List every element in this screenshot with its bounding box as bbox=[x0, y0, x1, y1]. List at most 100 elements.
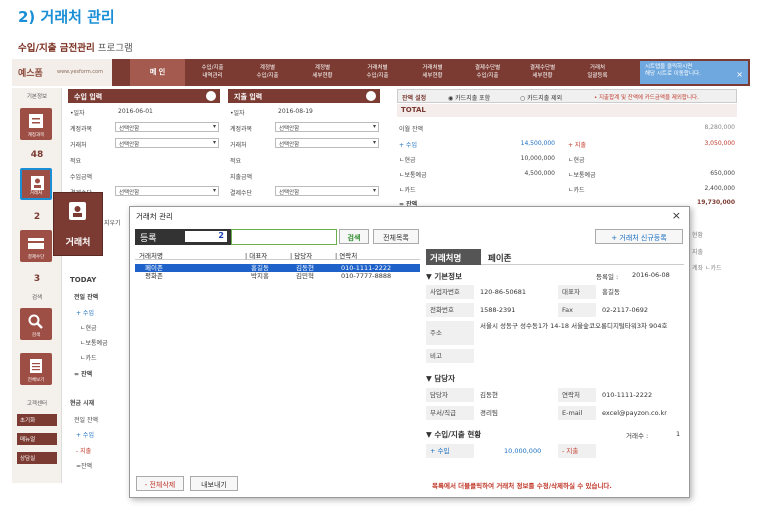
tab-account-ie[interactable]: 계정별 수입/지출 bbox=[240, 59, 295, 86]
cash-status-title: 현금 시재 bbox=[70, 400, 95, 407]
expense-payment-label: 결제수단 bbox=[230, 190, 253, 197]
cash-income: + 수입 bbox=[76, 432, 94, 439]
all-list-button[interactable]: 전체목록 bbox=[373, 229, 419, 244]
table-row[interactable]: 페이존 홍길동 김동현 010-1111-2222 bbox=[135, 264, 420, 272]
detail-basic-section: ▼ 기본정보 bbox=[426, 272, 462, 281]
row-phone: 010-7777-8888 bbox=[341, 272, 392, 280]
col-name: 거래처명 bbox=[139, 252, 163, 260]
email-label: E-mail bbox=[558, 406, 596, 420]
row-manager: 김동현 bbox=[296, 264, 314, 272]
income-date-value[interactable]: 2016-06-01 bbox=[118, 108, 153, 115]
erase-tail[interactable]: 지우기 bbox=[104, 218, 121, 227]
manual-button[interactable]: 매뉴얼 bbox=[17, 433, 57, 445]
detail-footer-note: 목록에서 더블클릭하여 거래처 정보를 수정/삭제하실 수 있습니다. bbox=[432, 482, 612, 490]
refresh-icon[interactable] bbox=[366, 91, 376, 101]
card-include-radio[interactable]: ◉ 카드지출 포함 bbox=[448, 93, 490, 102]
cash-balance: =잔액 bbox=[76, 463, 93, 470]
modal-title: 거래처 관리 bbox=[136, 212, 173, 221]
ie-count-label: 거래수 : bbox=[626, 432, 649, 440]
tab-payment-ie[interactable]: 결제수단별 수입/지출 bbox=[460, 59, 515, 86]
search-icon bbox=[28, 314, 43, 329]
register-bar: 등록 2 bbox=[135, 229, 231, 245]
search-input[interactable] bbox=[231, 229, 337, 245]
bal-expense-value: 3,050,000 bbox=[704, 140, 735, 147]
top-nav-bar: 예스폼 www.yesform.com 메 인 수입/지출 내역관리 계정별 수… bbox=[12, 59, 750, 86]
col-rep: | 대표자 bbox=[245, 252, 268, 260]
ie-income-value: 10,000,000 bbox=[504, 447, 542, 455]
today-label: TODAY bbox=[70, 276, 97, 284]
program-title: 수입/지출 금전관리 프로그램 bbox=[18, 40, 133, 54]
tab-account-detail[interactable]: 계정별 세부현황 bbox=[295, 59, 350, 86]
sidebar-customer-center: 고객센터 bbox=[26, 401, 48, 407]
logo: 예스폼 www.yesform.com bbox=[12, 59, 112, 86]
income-account-select[interactable]: 선택안함 bbox=[115, 122, 219, 132]
close-icon[interactable]: × bbox=[672, 209, 681, 222]
income-payment-select[interactable]: 선택안함 bbox=[115, 186, 219, 196]
tab-client-detail[interactable]: 거래처별 세부현황 bbox=[405, 59, 460, 86]
close-icon[interactable]: × bbox=[736, 70, 743, 81]
side-card: 계좌 ㄴ카드 bbox=[692, 265, 722, 272]
tab-payment-detail[interactable]: 결제수단별 세부현황 bbox=[515, 59, 570, 86]
view-all-button[interactable]: 전체보기 bbox=[20, 353, 52, 385]
expense-client-select[interactable]: 선택안함 bbox=[275, 138, 379, 148]
client-management-modal: 거래처 관리 × 등록 2 검색 전체목록 + 거래처 신규등록 거래처명 | … bbox=[129, 206, 690, 498]
detail-manager-section: ▼ 담당자 bbox=[426, 374, 456, 383]
tab-income-expense[interactable]: 수입/지출 내역관리 bbox=[185, 59, 240, 86]
bal-deposit-in: 4,500,000 bbox=[524, 170, 555, 177]
search-button[interactable]: 검색 bbox=[339, 229, 369, 244]
payment-button[interactable]: 결제수단 bbox=[20, 230, 52, 262]
reset-button[interactable]: 초기화 bbox=[17, 414, 57, 426]
tip-text: 시트탭을 클릭하시면 해당 시트로 이동합니다. bbox=[645, 64, 701, 78]
cash-expense: - 지출 bbox=[76, 448, 92, 455]
income-panel-title: 수입 입력 bbox=[74, 93, 103, 101]
register-label: 등록 bbox=[140, 234, 157, 244]
client-button[interactable]: 거래처 bbox=[20, 168, 52, 200]
tab-client-ie[interactable]: 거래처별 수입/지출 bbox=[350, 59, 405, 86]
bal-deposit-label: ㄴ보통예금 bbox=[399, 172, 427, 179]
tab-client-bulk[interactable]: 거래처 일괄등록 bbox=[570, 59, 625, 86]
register-count: 2 bbox=[185, 231, 227, 242]
balance-note: • 지출합계 및 잔액에 카드금액을 제외합니다. bbox=[594, 95, 699, 101]
clipboard-icon bbox=[29, 114, 43, 128]
delete-all-button[interactable]: - 전체삭제 bbox=[136, 476, 184, 491]
new-client-button[interactable]: + 거래처 신규등록 bbox=[595, 229, 683, 244]
account-button-label: 계정과목 bbox=[27, 133, 45, 138]
tab-main[interactable]: 메 인 bbox=[130, 59, 185, 86]
row-name: 페이존 bbox=[145, 264, 163, 272]
cash-prev-balance: 전일 잔액 bbox=[74, 417, 98, 424]
row-manager: 김민혁 bbox=[296, 272, 314, 280]
bal-deposit-label-2: ㄴ보통예금 bbox=[568, 172, 596, 179]
ie-count-value: 1 bbox=[676, 430, 681, 438]
mgr-value: 김동현 bbox=[480, 391, 498, 399]
expense-payment-select[interactable]: 선택안함 bbox=[275, 186, 379, 196]
payment-button-label: 결제수단 bbox=[27, 255, 45, 260]
card-exclude-radio[interactable]: ○ 카드지출 제외 bbox=[520, 93, 562, 102]
row-name: 평화존 bbox=[145, 272, 163, 280]
today-deposit: ㄴ보통예금 bbox=[80, 340, 108, 347]
logo-text: 예스폼 bbox=[18, 69, 43, 79]
income-client-select[interactable]: 선택안함 bbox=[115, 138, 219, 148]
left-sidebar: 기본정보 계정과목 48 거래처 2 결제수단 3 검색 검색 전체보기 고객센… bbox=[12, 88, 62, 483]
sidebar-search-label: 검색 bbox=[31, 295, 43, 301]
row-rep: 홍길동 bbox=[251, 264, 269, 272]
bal-balance-value: 19,730,000 bbox=[697, 199, 735, 206]
table-row[interactable]: 평화존 박지홍 김민혁 010-7777-8888 bbox=[135, 272, 420, 280]
rep-label: 대표자 bbox=[558, 285, 596, 299]
mgr-label: 담당자 bbox=[426, 388, 474, 402]
bal-card-label: ㄴ카드 bbox=[399, 187, 416, 194]
contact-value: 010-1111-2222 bbox=[602, 391, 653, 399]
account-button[interactable]: 계정과목 bbox=[20, 108, 52, 140]
tel-value: 1588-2391 bbox=[480, 306, 516, 314]
bal-card-out: 2,400,000 bbox=[704, 185, 735, 192]
ie-income-label: + 수입 bbox=[426, 444, 474, 458]
today-card: ㄴ카드 bbox=[80, 355, 97, 362]
today-income: + 수입 bbox=[76, 310, 94, 317]
fax-value: 02-2117-0692 bbox=[602, 306, 649, 314]
search-button[interactable]: 검색 bbox=[20, 308, 52, 340]
program-title-bold: 수입/지출 금전관리 bbox=[18, 43, 95, 54]
expense-date-value[interactable]: 2016-08-19 bbox=[278, 108, 313, 115]
refresh-icon[interactable] bbox=[206, 91, 216, 101]
expense-account-select[interactable]: 선택안함 bbox=[275, 122, 379, 132]
consult-button[interactable]: 상담실 bbox=[17, 452, 57, 464]
export-button[interactable]: 내보내기 bbox=[190, 476, 238, 491]
